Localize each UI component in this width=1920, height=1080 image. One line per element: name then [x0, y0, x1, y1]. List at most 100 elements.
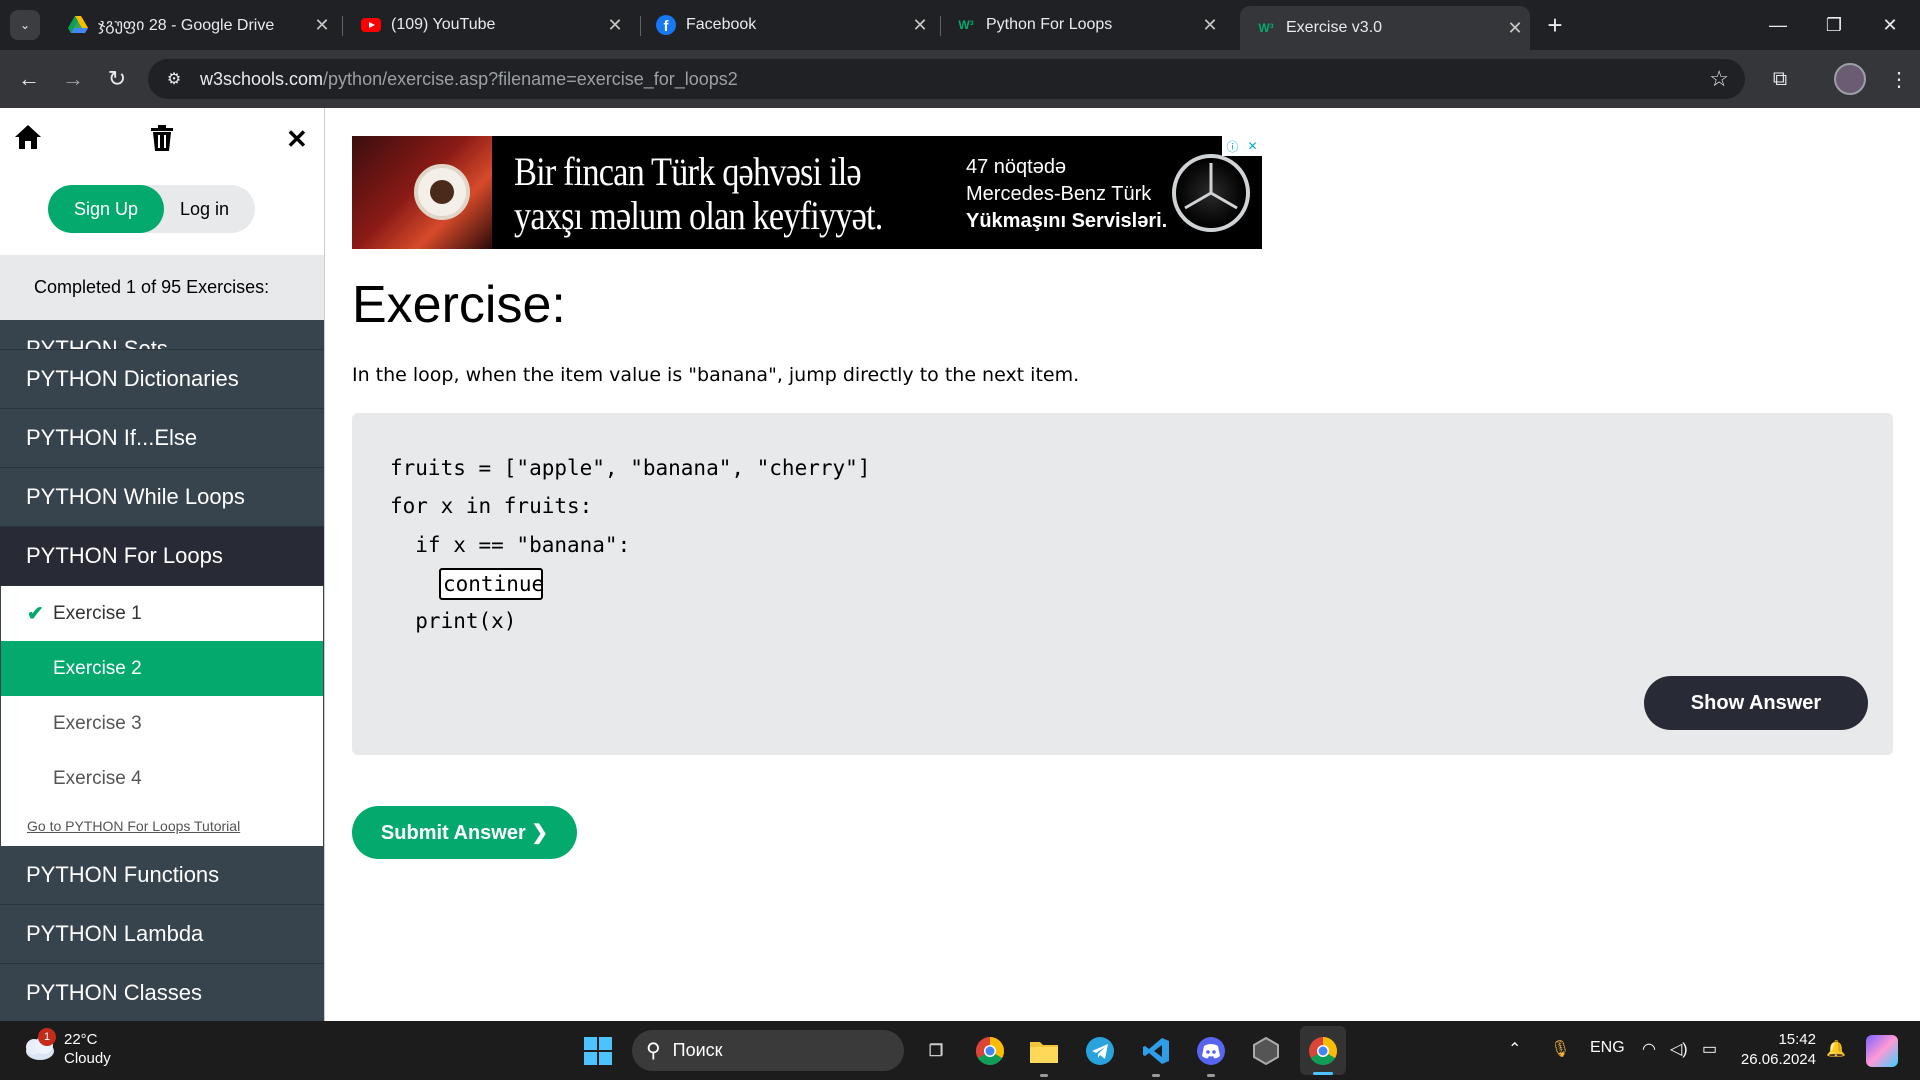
code-line: if x == "banana": [390, 533, 631, 557]
windows-taskbar: 1 22°C Cloudy ⚲ Поиск ❐ ⌃ 🎙 ENG ◠ ◁) ▭ 1… [0, 1021, 1920, 1080]
code-line: fruits = ["apple", "banana", "cherry"] [390, 456, 871, 480]
tutorial-link[interactable]: Go to PYTHON For Loops Tutorial [27, 818, 240, 834]
close-tab-icon[interactable]: ✕ [307, 15, 337, 36]
exercise-4-item[interactable]: Exercise 4 [1, 751, 323, 806]
search-placeholder: Поиск [672, 1040, 723, 1060]
ad-headline-line: yaxşı məlum olan keyfiyyət. [514, 193, 883, 238]
show-hidden-icons[interactable]: ⌃ [1508, 1039, 1521, 1059]
microphone-icon[interactable]: 🎙 [1550, 1039, 1570, 1059]
signup-button[interactable]: Sign Up [48, 185, 164, 233]
battery-icon[interactable]: ▭ [1702, 1039, 1717, 1059]
discord-icon[interactable] [1195, 1035, 1227, 1077]
exercise-3-item[interactable]: Exercise 3 [1, 696, 323, 751]
w3schools-icon: W³ [1258, 21, 1274, 35]
close-tab-icon[interactable]: ✕ [905, 15, 935, 36]
sidebar-item-while-loops[interactable]: PYTHON While Loops [0, 468, 324, 527]
sidebar-item-lambda[interactable]: PYTHON Lambda [0, 905, 324, 964]
exercise-description: In the loop, when the item value is "ban… [352, 364, 1080, 386]
browser-tab-strip: ⌄ ჯგუფი 28 - Google Drive ✕ (109) YouTub… [0, 0, 1920, 50]
sidebar-item-for-loops[interactable]: PYTHON For Loops [0, 527, 324, 586]
weather-widget[interactable]: 22°C Cloudy [64, 1030, 111, 1068]
home-icon[interactable] [14, 124, 42, 157]
ad-side-line: 47 nöqtədə [966, 156, 1067, 178]
task-view-icon[interactable]: ❐ [920, 1035, 952, 1067]
restore-button[interactable]: ❐ [1806, 8, 1862, 42]
wifi-icon[interactable]: ◠ [1642, 1039, 1656, 1059]
ad-headline-line: Bir fincan Türk qəhvəsi ilə [514, 149, 862, 194]
mercedes-logo-icon [1172, 154, 1250, 232]
w3schools-icon: W³ [958, 18, 974, 32]
exercise-label: Exercise 3 [53, 712, 142, 734]
forward-button[interactable]: → [58, 64, 88, 94]
sidebar-item-if-else[interactable]: PYTHON If...Else [0, 409, 324, 468]
address-bar[interactable]: ⚙ w3schools.com/python/exercise.asp?file… [148, 59, 1745, 99]
google-drive-icon [68, 15, 88, 35]
checkmark-icon: ✔ [27, 603, 44, 625]
notifications-bell-icon[interactable]: 🔔 [1826, 1039, 1846, 1059]
advertisement-banner[interactable]: Bir fincan Türk qəhvəsi ilə yaxşı məlum … [352, 136, 1262, 249]
input-language[interactable]: ENG [1590, 1039, 1625, 1057]
tab-separator [342, 16, 343, 36]
exercise-title: Exercise: [352, 276, 566, 334]
tab-exercise[interactable]: W³ Exercise v3.0 ✕ [1240, 6, 1530, 50]
trash-icon[interactable] [150, 124, 174, 159]
answer-input[interactable]: continue [439, 568, 544, 600]
weather-temperature: 22°C [64, 1031, 98, 1048]
url-path: /python/exercise.asp?filename=exercise_f… [323, 68, 738, 89]
file-explorer-icon[interactable] [1028, 1035, 1060, 1077]
back-button[interactable]: ← [14, 64, 44, 94]
search-icon: ⚲ [646, 1040, 661, 1062]
coffee-cup-icon [414, 164, 470, 220]
taskbar-search[interactable]: ⚲ Поиск [632, 1030, 904, 1071]
close-tab-icon[interactable]: ✕ [1195, 15, 1225, 36]
tab-title: (109) YouTube [391, 16, 496, 33]
profile-avatar[interactable] [1834, 63, 1866, 95]
clock-date: 26.06.2024 [1740, 1051, 1816, 1068]
copilot-icon[interactable] [1866, 1035, 1898, 1067]
sidebar-item-dictionaries[interactable]: PYTHON Dictionaries [0, 350, 324, 409]
browser-menu-icon[interactable]: ⋮ [1884, 64, 1914, 94]
tab-title: ჯგუფი 28 - Google Drive [98, 17, 275, 34]
sidebar-item-sets[interactable]: PYTHON Sets [0, 320, 324, 350]
close-tab-icon[interactable]: ✕ [600, 15, 630, 36]
clock-time: 15:42 [1778, 1031, 1816, 1048]
volume-icon[interactable]: ◁) [1670, 1039, 1688, 1059]
bookmark-star-icon[interactable]: ☆ [1709, 66, 1729, 92]
tab-search-button[interactable]: ⌄ [10, 10, 40, 40]
sidebar-item-classes[interactable]: PYTHON Classes [0, 964, 324, 1021]
reload-button[interactable]: ↻ [102, 64, 132, 94]
system-clock[interactable]: 15:42 26.06.2024 [1740, 1030, 1816, 1070]
tab-youtube[interactable]: (109) YouTube ✕ [345, 6, 630, 44]
vscode-icon[interactable] [1140, 1035, 1172, 1077]
telegram-icon[interactable] [1084, 1035, 1116, 1067]
show-answer-button[interactable]: Show Answer [1644, 676, 1868, 730]
sidebar-header: ✕ Log in Sign Up [0, 108, 324, 255]
close-tab-icon[interactable]: ✕ [1500, 18, 1530, 39]
exercise-label: Exercise 1 [53, 602, 142, 624]
weather-description: Cloudy [64, 1050, 111, 1067]
extensions-icon[interactable]: ⧉ [1765, 64, 1795, 94]
exercise-2-item[interactable]: Exercise 2 [1, 641, 323, 696]
site-settings-icon[interactable]: ⚙ [162, 69, 186, 89]
close-window-button[interactable]: ✕ [1862, 8, 1918, 42]
url-host: w3schools.com [200, 68, 324, 89]
address-toolbar: ← → ↻ ⚙ w3schools.com/python/exercise.as… [0, 50, 1920, 108]
app-hexagon-icon[interactable] [1250, 1035, 1282, 1067]
submit-answer-button[interactable]: Submit Answer ❯ [352, 806, 577, 859]
exercise-1-item[interactable]: ✔ Exercise 1 [1, 586, 323, 641]
minimize-button[interactable]: ― [1750, 8, 1806, 42]
facebook-icon: f [656, 15, 676, 35]
close-icon[interactable]: ✕ [286, 124, 308, 155]
tab-facebook[interactable]: f Facebook ✕ [640, 6, 935, 44]
new-tab-button[interactable]: + [1540, 10, 1570, 40]
exercise-sidebar: ✕ Log in Sign Up Completed 1 of 95 Exerc… [0, 108, 325, 1021]
ad-choices-icon[interactable]: ⓘ ✕ [1222, 136, 1262, 156]
windows-start-icon[interactable] [584, 1037, 612, 1065]
chrome-active-icon[interactable] [1307, 1035, 1339, 1067]
tab-title: Facebook [686, 16, 757, 33]
code-line: print(x) [390, 609, 517, 633]
tab-google-drive[interactable]: ჯგუფი 28 - Google Drive ✕ [52, 6, 337, 44]
tab-python-for-loops[interactable]: W³ Python For Loops ✕ [940, 6, 1225, 44]
sidebar-item-functions[interactable]: PYTHON Functions [0, 846, 324, 905]
chrome-icon[interactable] [974, 1035, 1006, 1067]
